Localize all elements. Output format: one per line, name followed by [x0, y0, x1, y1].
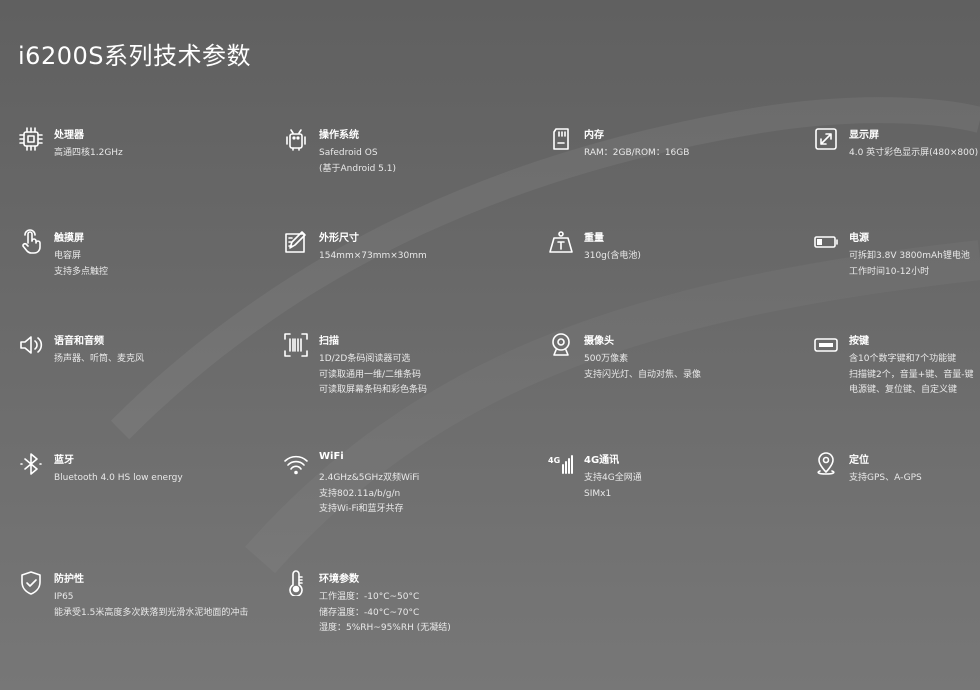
spec-detail-line: 含10个数字键和7个功能键 — [849, 354, 957, 364]
spec-label: 环境参数 — [319, 574, 359, 585]
svg-text:4G: 4G — [548, 456, 560, 465]
barcode-scan-icon — [283, 332, 309, 358]
spec-details: RAM：2GB/ROM：16GB — [584, 146, 689, 162]
touch-hand-icon — [18, 229, 44, 255]
spec-details: 500万像素支持闪光灯、自动对焦、录像 — [584, 352, 701, 383]
spec-detail-line: 可读取屏幕条码和彩色条码 — [319, 385, 428, 395]
wifi-icon — [283, 451, 309, 477]
shield-check-icon — [18, 570, 44, 596]
spec-label: 防护性 — [54, 574, 84, 585]
spec-detail-line: 154mm×73mm×30mm — [319, 251, 427, 261]
android-robot-icon — [283, 126, 309, 152]
spec-detail-line: 1D/2D条码阅读器可选 — [319, 354, 411, 364]
spec-detail-line: 工作时间10-12小时 — [849, 266, 930, 277]
spec-detail-line: 湿度：5%RH~95%RH (无凝结) — [319, 623, 451, 633]
spec-detail-line: 电容屏 — [54, 251, 82, 261]
spec-label: WiFi — [319, 451, 344, 462]
spec-label: 外形尺寸 — [319, 233, 359, 244]
spec-label: 重量 — [584, 233, 604, 244]
spec-details: 扬声器、听筒、麦克风 — [54, 352, 144, 368]
battery-icon — [813, 229, 839, 255]
spec-detail-line: 支持闪光灯、自动对焦、录像 — [584, 369, 702, 380]
spec-detail-line: Safedroid OS — [319, 148, 378, 158]
spec-detail-line: 能承受1.5米高度多次跌落到光滑水泥地面的冲击 — [54, 607, 249, 618]
spec-detail-line: 4.0 英寸彩色显示屏(480×800) — [849, 148, 979, 158]
spec-label: 处理器 — [54, 130, 84, 141]
spec-details: 电容屏 支持多点触控 — [54, 249, 108, 280]
sd-card-icon — [548, 126, 574, 152]
spec-detail-line: 储存温度：-40°C~70°C — [319, 607, 420, 618]
spec-details: 2.4GHz&5GHz双频WiFi 支持802.11a/b/g/n 支持Wi-Fi和… — [319, 471, 419, 518]
spec-detail-line: 支持Wi-Fi和蓝牙共存 — [319, 504, 404, 514]
spec-detail-line: 电源键、复位键、自定义键 — [849, 385, 958, 395]
keyboard-key-icon — [813, 332, 839, 358]
bluetooth-icon — [18, 451, 44, 477]
spec-details: 1D/2D条码阅读器可选可读取通用一维/二维条码 可读取屏幕条码和彩色条码 — [319, 352, 427, 399]
signal-4g-icon: 4G — [548, 451, 574, 477]
spec-details: 支持GPS、A-GPS — [849, 471, 922, 487]
spec-details: 4.0 英寸彩色显示屏(480×800) — [849, 146, 978, 162]
cpu-chip-icon — [18, 126, 44, 152]
spec-details: Bluetooth 4.0 HS low energy — [54, 471, 183, 487]
spec-label: 4G通讯 — [584, 455, 620, 466]
spec-detail-line: IP65 — [54, 592, 74, 602]
spec-detail-line: RAM：2GB/ROM：16GB — [584, 148, 690, 158]
spec-label: 电源 — [849, 233, 869, 244]
spec-label: 摄像头 — [584, 336, 614, 347]
page-title: i6200S系列技术参数 — [18, 42, 251, 70]
spec-details: 310g(含电池) — [584, 249, 641, 265]
spec-detail-line: 工作温度：-10°C~50°C — [319, 592, 420, 602]
thermometer-icon — [283, 570, 309, 597]
spec-detail-line: 扬声器、听筒、麦克风 — [54, 354, 145, 364]
spec-details: Safedroid OS (基于Android 5.1) — [319, 146, 396, 177]
spec-detail-line: Bluetooth 4.0 HS low energy — [54, 473, 183, 483]
webcam-icon — [548, 332, 574, 358]
spec-detail-line: 支持GPS、A-GPS — [849, 473, 922, 483]
spec-label: 定位 — [849, 455, 869, 466]
spec-details: 高通四核1.2GHz — [54, 146, 123, 162]
weight-icon — [548, 229, 574, 255]
spec-detail-line: 支持4G全网通 — [584, 473, 642, 483]
spec-label: 触摸屏 — [54, 233, 84, 244]
spec-label: 操作系统 — [319, 130, 359, 141]
location-pin-icon — [813, 451, 839, 477]
spec-details: 工作温度：-10°C~50°C 储存温度：-40°C~70°C 湿度：5%RH~95… — [319, 590, 451, 637]
spec-detail-line: 可拆卸3.8V 3800mAh锂电池 — [849, 251, 970, 261]
spec-details: 可拆卸3.8V 3800mAh锂电池 工作时间10-12小时 — [849, 249, 970, 280]
spec-label: 内存 — [584, 130, 604, 141]
spec-details: 154mm×73mm×30mm — [319, 249, 427, 265]
expand-diagonal-icon — [813, 126, 839, 152]
spec-details: 含10个数字键和7个功能键扫描键2个，音量+键、音量-键 电源键、复位键、自定义键 — [849, 352, 974, 399]
ruler-pencil-icon — [283, 229, 309, 255]
spec-detail-line: 扫描键2个，音量+键、音量-键 — [849, 369, 974, 380]
spec-details: 支持4G全网通 SIMx1 — [584, 471, 642, 502]
spec-label: 扫描 — [319, 336, 339, 347]
spec-detail-line: 310g(含电池) — [584, 251, 641, 261]
speaker-icon — [18, 332, 44, 358]
spec-label: 按键 — [849, 336, 869, 347]
spec-detail-line: 支持802.11a/b/g/n — [319, 488, 401, 499]
spec-detail-line: 支持多点触控 — [54, 266, 109, 277]
spec-label: 蓝牙 — [54, 455, 74, 466]
spec-detail-line: SIMx1 — [584, 488, 612, 499]
spec-detail-line: (基于Android 5.1) — [319, 163, 396, 174]
spec-label: 显示屏 — [849, 130, 879, 141]
spec-detail-line: 500万像素 — [584, 354, 629, 364]
spec-detail-line: 高通四核1.2GHz — [54, 148, 123, 158]
spec-label: 语音和音频 — [54, 336, 104, 347]
spec-details: IP65 能承受1.5米高度多次跌落到光滑水泥地面的冲击 — [54, 590, 248, 621]
spec-detail-line: 可读取通用一维/二维条码 — [319, 369, 422, 380]
spec-detail-line: 2.4GHz&5GHz双频WiFi — [319, 473, 420, 483]
